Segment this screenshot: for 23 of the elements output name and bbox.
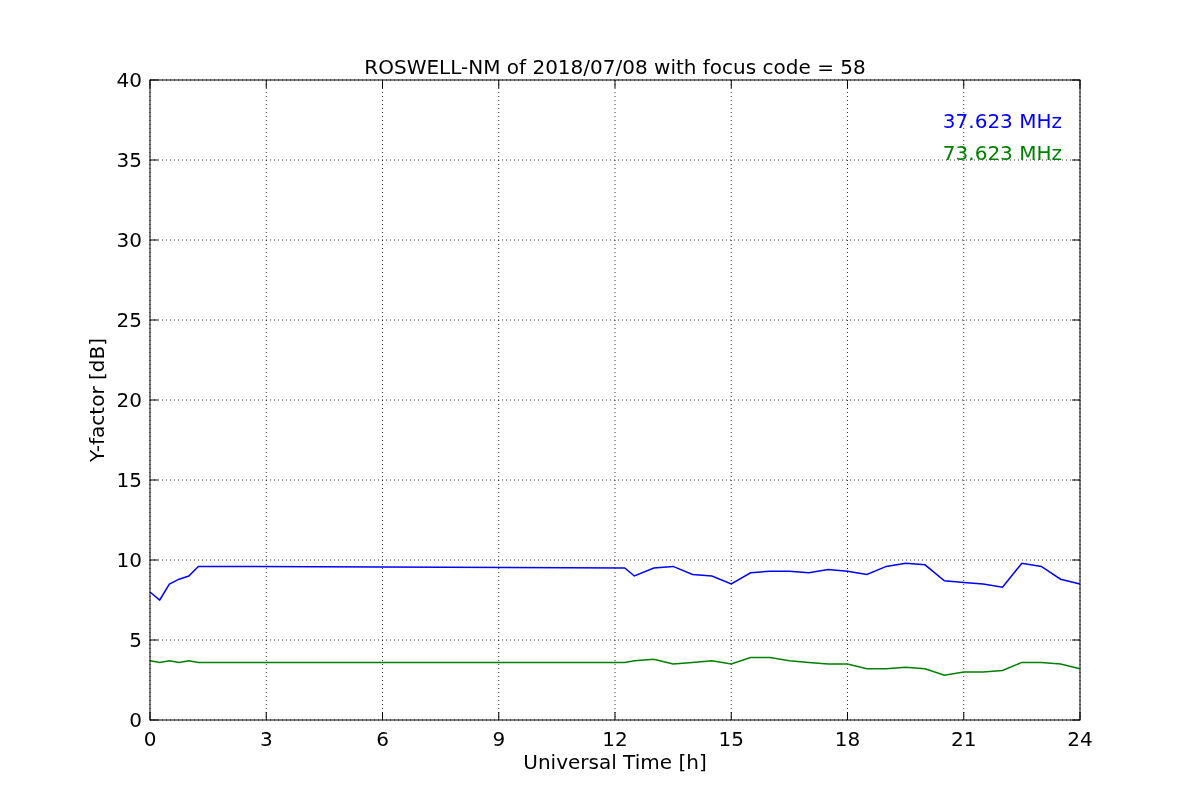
tick-label: 5 — [129, 628, 142, 652]
tick-label: 6 — [376, 727, 389, 751]
tick-label: 18 — [834, 727, 861, 751]
axis-label: Universal Time [h] — [523, 750, 707, 774]
tick-label: 35 — [116, 148, 142, 172]
axis-label: Y-factor [dB] — [85, 338, 109, 462]
tick-label: 15 — [718, 727, 744, 751]
tick-label: 9 — [492, 727, 506, 751]
tick-label: 25 — [116, 308, 142, 332]
tick-label: 21 — [951, 727, 977, 751]
tick-label: 0 — [143, 727, 157, 751]
tick-label: 15 — [116, 468, 142, 492]
tick-label: 20 — [116, 388, 142, 412]
chart-title: ROSWELL-NM of 2018/07/08 with focus code = 58 — [364, 55, 866, 79]
legend-label: 37.623 MHz — [942, 109, 1062, 133]
legend-label: 73.623 MHz — [942, 141, 1062, 165]
tick-label: 40 — [116, 68, 142, 92]
tick-label: 3 — [259, 727, 273, 751]
tick-label: 0 — [129, 708, 142, 732]
tick-label: 10 — [116, 548, 142, 572]
tick-label: 24 — [1067, 727, 1093, 751]
tick-label: 30 — [116, 228, 142, 252]
tick-label: 12 — [602, 727, 628, 751]
